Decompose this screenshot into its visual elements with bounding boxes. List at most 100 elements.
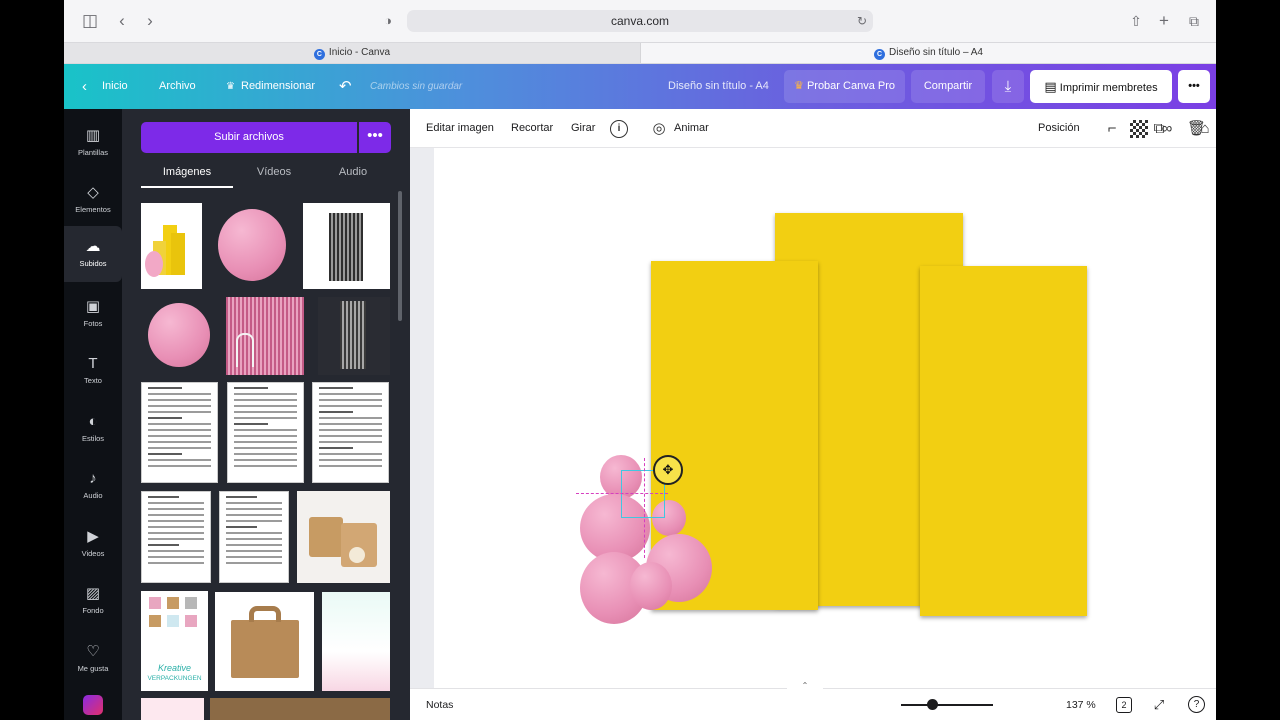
- tab-images[interactable]: Imágenes: [141, 166, 233, 188]
- tab-videos[interactable]: Vídeos: [233, 166, 315, 188]
- canva-app-window: ◫ ‹ › ◑ canva.com ↻ ⇧ + ⧉ C Inicio - Canv…: [64, 0, 1216, 720]
- address-bar[interactable]: canva.com ↻: [407, 10, 873, 32]
- kreative-subtitle: VERPACKUNGEN: [147, 675, 202, 682]
- upload-thumb-kraft-gable-box[interactable]: [215, 592, 314, 691]
- trash-icon[interactable]: 🗑: [1187, 120, 1206, 138]
- position-button[interactable]: Posición: [1038, 109, 1080, 148]
- document-icon: ▤: [1044, 79, 1057, 94]
- upload-thumb-watercolor-card[interactable]: [322, 592, 390, 691]
- uploads-panel: Subir archivos ••• Imágenes Vídeos Audio: [122, 109, 410, 720]
- upload-thumb-pink-balloon[interactable]: [218, 203, 288, 289]
- resize-button[interactable]: Redimensionar: [241, 64, 315, 109]
- file-menu[interactable]: Archivo: [159, 64, 196, 109]
- upload-thumb-kreative-verpackungen[interactable]: Kreative VERPACKUNGEN: [141, 591, 208, 691]
- try-pro-button[interactable]: ♛ Probar Canva Pro: [784, 70, 905, 103]
- upload-thumb-document-2[interactable]: [227, 382, 304, 483]
- guide-line-vertical: [644, 458, 645, 558]
- print-letterheads-button[interactable]: ▤ Imprimir membretes: [1030, 70, 1172, 103]
- nav-item-likes[interactable]: ♡ Me gusta: [64, 631, 122, 687]
- nav-item-videos[interactable]: ▶ Videos: [64, 516, 122, 572]
- editor-toolbar: Editar imagen Recortar Girar i ◎ Animar …: [410, 109, 1216, 148]
- guide-line-horizontal: [576, 493, 668, 494]
- panel-scrollbar[interactable]: [398, 191, 402, 321]
- nav-item-styles[interactable]: ◐ Estilos: [64, 401, 122, 457]
- privacy-shield-icon[interactable]: ◑: [378, 11, 398, 31]
- zoom-level[interactable]: 137 %: [1066, 689, 1096, 720]
- document-title[interactable]: Diseño sin título - A4: [668, 64, 769, 109]
- new-tab-plus-icon[interactable]: +: [1154, 11, 1174, 31]
- design-page[interactable]: ✥: [434, 148, 1216, 688]
- animate-button[interactable]: Animar: [674, 109, 709, 148]
- yellow-panel-right[interactable]: [920, 266, 1087, 616]
- tab-audio[interactable]: Audio: [315, 166, 391, 188]
- upload-files-button[interactable]: Subir archivos: [141, 122, 357, 153]
- palette-icon: ◐: [88, 413, 98, 430]
- info-icon[interactable]: i: [610, 120, 628, 138]
- upload-thumb-yellow-panels[interactable]: [141, 203, 202, 289]
- expand-pages-chevron-icon[interactable]: ⌃: [787, 681, 823, 691]
- home-link[interactable]: Inicio: [102, 64, 128, 109]
- upload-thumb-document-5[interactable]: [219, 491, 289, 583]
- upload-thumb-document-4[interactable]: [141, 491, 211, 583]
- heart-icon: ♡: [86, 643, 100, 660]
- more-options-button[interactable]: •••: [1178, 70, 1210, 103]
- help-icon[interactable]: ?: [1188, 696, 1205, 713]
- nav-item-uploads[interactable]: ☁ Subidos: [64, 226, 122, 282]
- upload-thumb-pink-balloon-2[interactable]: [146, 299, 212, 375]
- kreative-title: Kreative: [157, 663, 192, 673]
- browser-tab-inicio[interactable]: C Inicio - Canva: [64, 43, 640, 63]
- paint-roller-icon[interactable]: ⌐: [1103, 120, 1121, 138]
- crop-button[interactable]: Recortar: [511, 109, 553, 148]
- upload-cloud-icon: ☁: [85, 238, 101, 255]
- background-pattern-icon: ▨: [85, 585, 101, 602]
- nav-item-audio[interactable]: ♪ Audio: [64, 458, 122, 514]
- video-icon: ▶: [87, 528, 99, 545]
- upload-thumb-document-3[interactable]: [312, 382, 389, 483]
- move-handle-icon[interactable]: ✥: [653, 455, 683, 485]
- upload-more-button[interactable]: •••: [359, 122, 391, 153]
- nav-item-elements[interactable]: ◇ Elementos: [64, 172, 122, 228]
- share-icon[interactable]: ⇧: [1126, 11, 1146, 31]
- upload-thumb-silver-curtain-2[interactable]: [318, 297, 390, 375]
- notes-button[interactable]: Notas: [426, 689, 453, 720]
- sidebar-toggle-icon[interactable]: ◫: [80, 11, 100, 31]
- nav-item-background[interactable]: ▨ Fondo: [64, 573, 122, 629]
- crown-icon: ♛: [226, 81, 235, 92]
- instagram-app-icon[interactable]: [83, 695, 103, 715]
- editor-header: ‹ Inicio Archivo ♛ Redimensionar ↶ Cambi…: [64, 64, 1216, 109]
- browser-tab-design[interactable]: C Diseño sin título – A4: [640, 43, 1216, 63]
- photos-icon: ▣: [85, 298, 101, 315]
- tabs-overview-icon[interactable]: ⧉: [1184, 11, 1204, 31]
- browser-tab-bar: C Inicio - Canva C Diseño sin título – A4: [64, 42, 1216, 64]
- templates-icon: ▥: [85, 127, 101, 144]
- unsaved-status: Cambios sin guardar: [370, 81, 463, 92]
- edit-image-button[interactable]: Editar imagen: [426, 109, 494, 148]
- duplicate-icon[interactable]: ⧉: [1150, 120, 1168, 138]
- forward-arrow-icon[interactable]: ›: [140, 11, 160, 31]
- nav-item-text[interactable]: T Texto: [64, 343, 122, 399]
- upload-thumb-partial-1[interactable]: [141, 698, 204, 720]
- back-arrow-icon[interactable]: ‹: [112, 11, 132, 31]
- zoom-slider-track[interactable]: [901, 704, 993, 706]
- nav-item-templates[interactable]: ▥ Plantillas: [64, 115, 122, 171]
- upload-thumb-pink-curtain[interactable]: [226, 297, 304, 375]
- reload-icon[interactable]: ↻: [857, 10, 867, 32]
- music-note-icon: ♪: [89, 470, 97, 487]
- rotate-button[interactable]: Girar: [571, 109, 595, 148]
- crown-icon: ♛: [794, 80, 804, 92]
- download-icon[interactable]: ⤓: [992, 70, 1024, 103]
- upload-thumb-kraft-boxes[interactable]: [297, 491, 390, 583]
- upload-thumb-silver-curtain[interactable]: [303, 203, 390, 289]
- upload-thumb-partial-2[interactable]: [210, 698, 390, 720]
- editor-footer: ⌃ Notas 137 % 2 ⤢ ?: [410, 681, 1216, 720]
- animate-icon[interactable]: ◎: [650, 120, 668, 138]
- page-count-badge[interactable]: 2: [1116, 697, 1132, 713]
- upload-thumb-document-1[interactable]: [141, 382, 218, 483]
- fullscreen-expand-icon[interactable]: ⤢: [1150, 696, 1168, 714]
- chevron-left-icon[interactable]: ‹: [82, 64, 87, 109]
- undo-icon[interactable]: ↶: [339, 64, 352, 109]
- share-button[interactable]: Compartir: [911, 70, 985, 103]
- transparency-checker-icon[interactable]: [1130, 120, 1148, 138]
- zoom-slider-knob[interactable]: [926, 699, 938, 710]
- nav-item-photos[interactable]: ▣ Fotos: [64, 286, 122, 342]
